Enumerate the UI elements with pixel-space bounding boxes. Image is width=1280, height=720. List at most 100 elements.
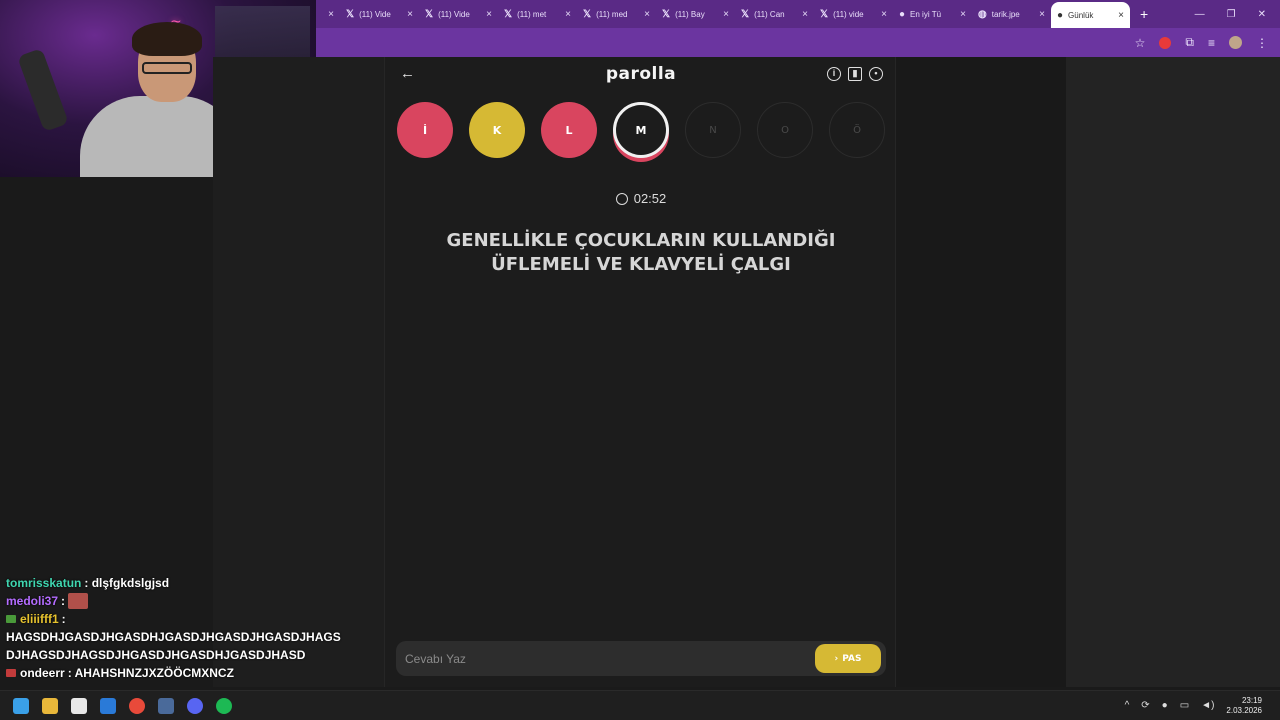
microphone	[17, 47, 69, 133]
globe-icon: ◍	[978, 8, 987, 20]
tab-close-icon[interactable]: ×	[486, 9, 492, 20]
answer-box: › PAS	[396, 641, 886, 676]
volume-icon[interactable]: ◄)	[1201, 700, 1214, 711]
timer: 02:52	[385, 191, 897, 206]
clock-date: 2.03.2026	[1226, 705, 1262, 715]
x-logo-icon: 𝕏	[504, 8, 513, 20]
chat-separator: :	[84, 576, 92, 590]
streamer-hair	[132, 22, 202, 56]
display-icon[interactable]: ▭	[1180, 700, 1189, 711]
restore-button[interactable]: ❐	[1227, 9, 1236, 20]
spotify-icon[interactable]	[216, 697, 232, 714]
chat-username: tomrisskatun	[6, 576, 82, 590]
media-control-icon[interactable]: ≡	[1208, 36, 1215, 50]
microphone-icon[interactable]: ●	[1162, 700, 1168, 711]
browser-toolbar: ☆ ⧉ ≡ ⋮	[316, 28, 1280, 57]
browser-tab[interactable]: 𝕏 (11) vide ×	[814, 0, 893, 28]
chat-text: AHAHSHNZJXZÖÖCMXNCZ	[74, 666, 234, 680]
chat-overlay: tomrisskatun: dlşfgkdslgjsd medoli37: eli…	[0, 574, 341, 682]
browser-tab[interactable]: ◍ tarik.jpe ×	[972, 0, 1051, 28]
tab-close-icon[interactable]: ×	[1118, 10, 1124, 21]
browser-tab[interactable]: 𝕏 (11) med ×	[577, 0, 656, 28]
browser-tab[interactable]: 𝕏 (11) Bay ×	[656, 0, 735, 28]
extension-icon[interactable]	[1159, 36, 1172, 49]
question-text: GENELLİKLE ÇOCUKLARIN KULLANDIĞI ÜFLEMEL…	[446, 230, 836, 275]
discord-icon[interactable]	[187, 697, 203, 714]
tab-list: 𝕏 (11) Vide × 𝕏 (11) Vide × 𝕏 (11) met × 𝕏 (11) me…	[340, 0, 1130, 28]
tab-close-icon[interactable]: ×	[881, 9, 887, 20]
tab-label: (11) met	[517, 9, 547, 19]
taskbar-clock[interactable]: 23:19 2.03.2026	[1226, 696, 1262, 716]
stats-icon[interactable]: ▮	[848, 67, 862, 81]
extensions-puzzle-icon[interactable]: ⧉	[1185, 35, 1194, 50]
browser-tab[interactable]: ● Günlük ×	[1051, 2, 1130, 28]
browser-tab[interactable]: ● En iyi Tü ×	[893, 0, 972, 28]
browser-tab[interactable]: 𝕏 (11) Vide ×	[419, 0, 498, 28]
system-tray: ^ ⟳ ● ▭ ◄) 23:19 2.03.2026	[1125, 696, 1280, 716]
tab-label: (11) Vide	[438, 9, 470, 19]
chat-text: HAGSDHJGASDJHGASDHJGASDJHGASDJHGASDJHAGS…	[6, 630, 341, 662]
minimize-button[interactable]: —	[1195, 9, 1205, 20]
chat-message: tomrisskatun: dlşfgkdslgjsd	[0, 574, 330, 592]
tab-label: (11) Can	[754, 9, 785, 19]
x-logo-icon: 𝕏	[662, 8, 671, 20]
letter-circle-current: M	[613, 102, 669, 158]
tab-label: tarik.jpe	[991, 9, 1020, 19]
game-panel: ← parolla i ▮ • İKLMNOÖ 02:52 GENELLİKLE…	[384, 57, 896, 687]
browser-tab[interactable]: 𝕏 (11) met ×	[498, 0, 577, 28]
chat-username: medoli37	[6, 594, 59, 608]
tab-close-icon[interactable]: ×	[723, 9, 729, 20]
file-explorer-icon[interactable]	[42, 697, 58, 714]
chat-emote	[68, 593, 89, 609]
chrome-icon[interactable]	[129, 697, 145, 714]
windows-start-icon[interactable]	[13, 697, 29, 714]
site-icon: ●	[899, 8, 906, 20]
profile-icon[interactable]: •	[869, 67, 883, 81]
x-logo-icon: 𝕏	[425, 8, 434, 20]
x-logo-icon: 𝕏	[820, 8, 829, 20]
chat-username: ondeerr	[20, 666, 65, 680]
game-page: ← parolla i ▮ • İKLMNOÖ 02:52 GENELLİKLE…	[384, 57, 1066, 687]
profile-avatar[interactable]	[1229, 36, 1242, 49]
tab-close-partial[interactable]: ×	[316, 0, 340, 28]
pass-button[interactable]: › PAS	[815, 644, 881, 673]
chevron-right-icon: ›	[834, 653, 839, 664]
store-icon[interactable]	[71, 697, 87, 714]
bookmark-star-icon[interactable]: ☆	[1135, 36, 1146, 50]
pass-label: PAS	[842, 653, 862, 664]
info-icon[interactable]: i	[827, 67, 841, 81]
tab-label: (11) Vide	[359, 9, 391, 19]
answer-input[interactable]	[405, 649, 795, 669]
steam-icon[interactable]	[158, 697, 174, 714]
close-window-button[interactable]: ✕	[1258, 9, 1266, 20]
tab-close-icon[interactable]: ×	[1039, 9, 1045, 20]
outlook-icon[interactable]	[100, 697, 116, 714]
tab-close-icon[interactable]: ×	[565, 9, 571, 20]
screen: ~ × 𝕏(11) Vide×𝕏(11) Vide×𝕏(11) met×𝕏(11…	[0, 0, 1280, 720]
chat-separator: :	[61, 612, 66, 626]
browser-tab[interactable]: 𝕏 (11) Can ×	[735, 0, 814, 28]
tab-close-icon[interactable]: ×	[644, 9, 650, 20]
chat-message: ondeerr: AHAHSHNZJXZÖÖCMXNCZ	[0, 664, 330, 682]
tab-close-icon[interactable]: ×	[960, 9, 966, 20]
tab-label: (11) Bay	[675, 9, 705, 19]
tab-label: Günlük	[1068, 10, 1094, 20]
letter-circles: İKLMNOÖ	[397, 102, 885, 158]
header-actions: i ▮ •	[827, 67, 883, 81]
tab-close-icon[interactable]: ×	[802, 9, 808, 20]
chat-separator: :	[61, 594, 69, 608]
new-tab-button[interactable]: +	[1130, 6, 1158, 22]
clock-icon	[615, 193, 628, 205]
tab-close-icon[interactable]: ×	[407, 9, 413, 20]
sync-icon[interactable]: ⟳	[1141, 700, 1149, 711]
chat-message: medoli37:	[0, 592, 330, 610]
letter-circle-pending: N	[685, 102, 741, 158]
taskbar: ^ ⟳ ● ▭ ◄) 23:19 2.03.2026	[0, 690, 1280, 720]
tab-label: (11) vide	[833, 9, 864, 19]
browser-menu-icon[interactable]: ⋮	[1256, 36, 1268, 50]
x-logo-icon: 𝕏	[741, 8, 750, 20]
tab-label: En iyi Tü	[910, 9, 942, 19]
chevron-up-icon[interactable]: ^	[1125, 700, 1130, 711]
x-logo-icon: 𝕏	[583, 8, 592, 20]
browser-tab[interactable]: 𝕏 (11) Vide ×	[340, 0, 419, 28]
